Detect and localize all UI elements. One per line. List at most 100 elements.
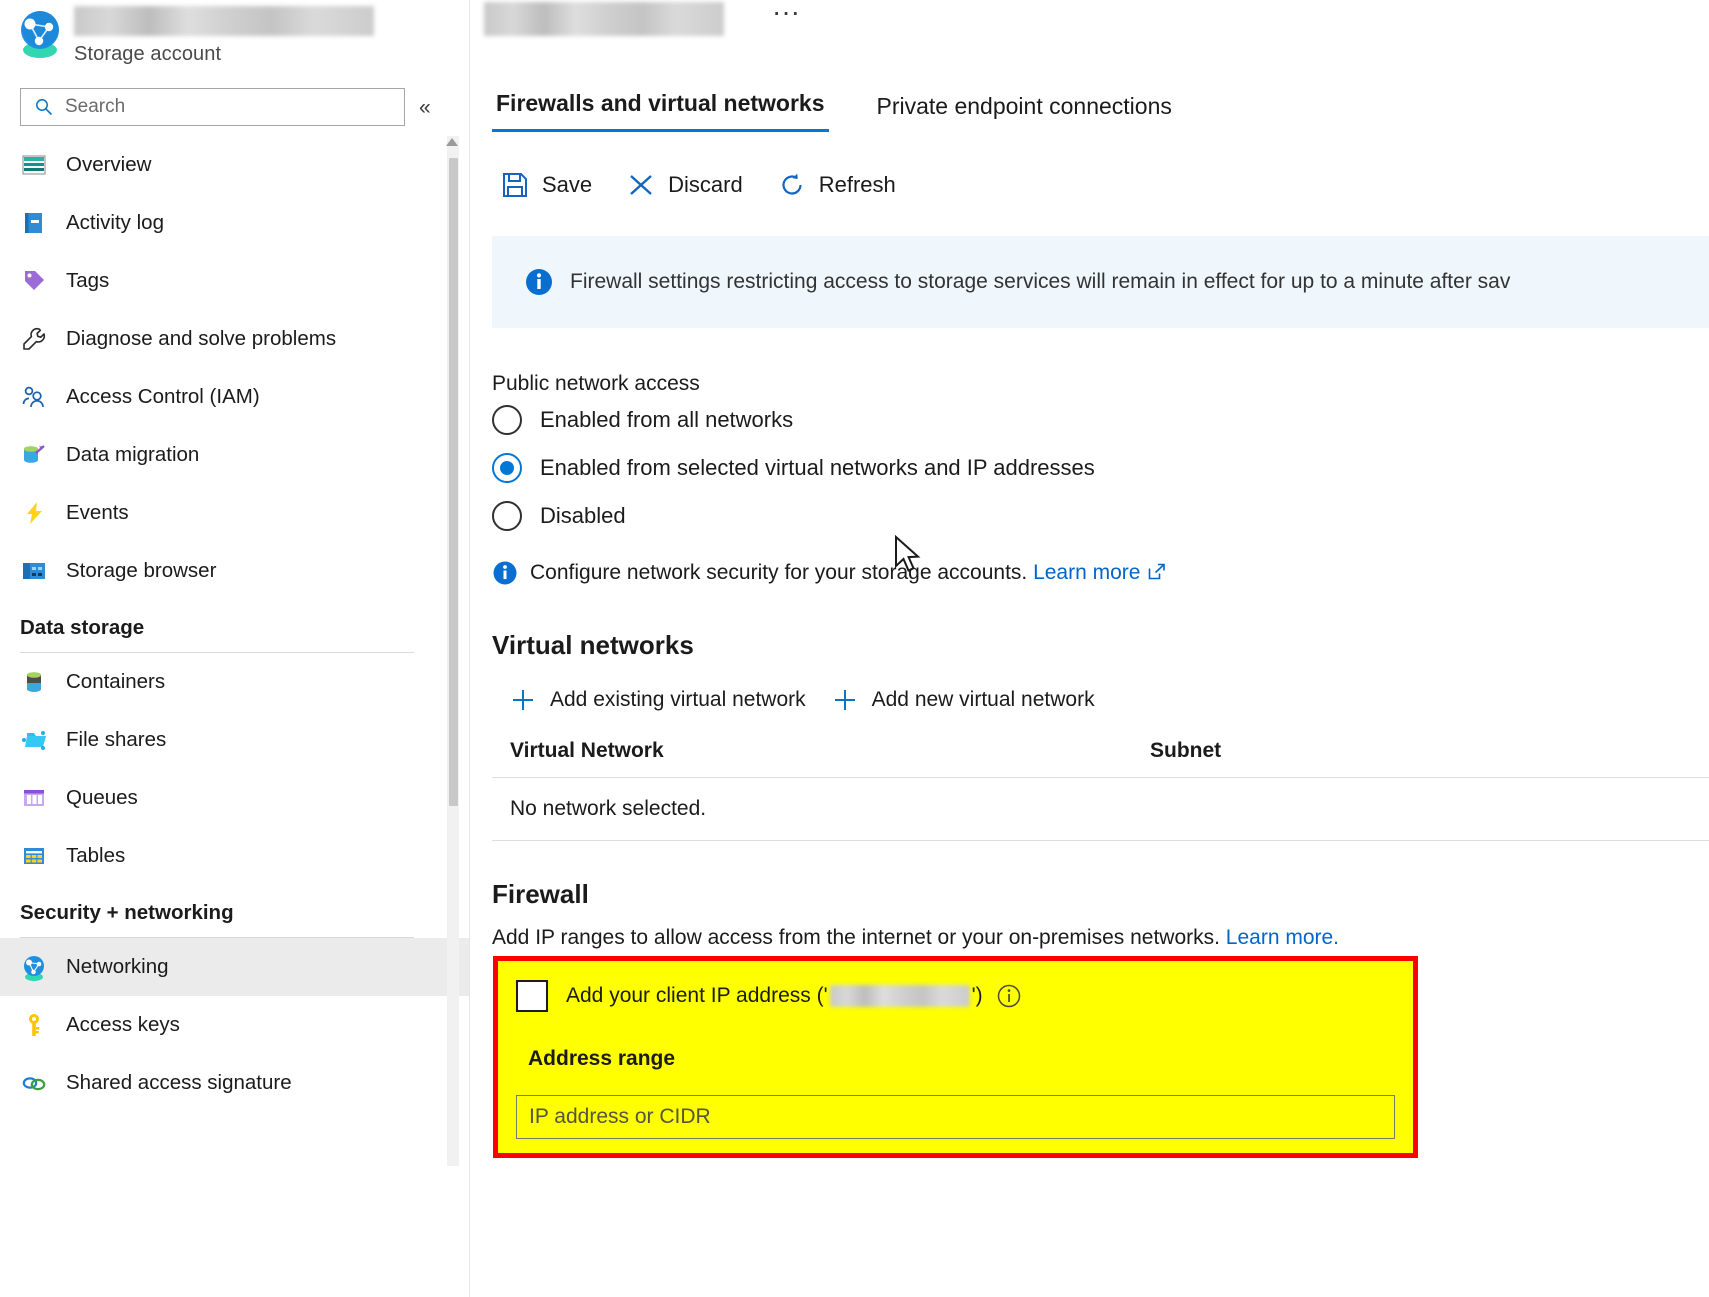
sidebar-item-file-shares[interactable]: File shares — [0, 711, 469, 769]
collapse-sidebar-icon[interactable]: « — [419, 97, 431, 118]
discard-button[interactable]: Discard — [626, 170, 743, 200]
firewall-description: Add IP ranges to allow access from the i… — [492, 926, 1709, 950]
sidebar-item-events[interactable]: Events — [0, 484, 469, 542]
info-banner-text: Firewall settings restricting access to … — [570, 270, 1510, 294]
radio-enabled-selected-networks[interactable]: Enabled from selected virtual networks a… — [492, 444, 1709, 492]
sidebar-item-data-migration[interactable]: Data migration — [0, 426, 469, 484]
plus-icon — [832, 687, 858, 713]
hint-static-text: Configure network security for your stor… — [530, 561, 1027, 584]
table-row: No network selected. — [492, 778, 1709, 840]
file-shares-icon — [20, 726, 48, 754]
add-new-virtual-network-button[interactable]: Add new virtual network — [832, 687, 1095, 713]
cidr-input[interactable] — [516, 1095, 1395, 1139]
radio-disabled[interactable]: Disabled — [492, 492, 1709, 540]
sidebar-scroll-area: Overview Activity log Tags — [0, 136, 469, 1296]
add-client-ip-row[interactable]: Add your client IP address (' ') — [498, 973, 1413, 1019]
resource-type-label: Storage account — [74, 43, 374, 66]
info-banner: Firewall settings restricting access to … — [492, 236, 1709, 328]
virtual-networks-commands: Add existing virtual network Add new vir… — [492, 687, 1709, 713]
sidebar-item-access-control-iam[interactable]: Access Control (IAM) — [0, 368, 469, 426]
search-icon — [35, 98, 53, 116]
sidebar-item-shared-access-signature[interactable]: Shared access signature — [0, 1054, 469, 1112]
firewall-learn-more-link[interactable]: Learn more. — [1226, 926, 1339, 949]
sidebar-item-queues[interactable]: Queues — [0, 769, 469, 827]
sidebar-item-label: Events — [66, 501, 129, 525]
sidebar-item-tables[interactable]: Tables — [0, 827, 469, 885]
firewall-heading: Firewall — [492, 879, 1709, 910]
search-box[interactable] — [20, 88, 405, 126]
refresh-button[interactable]: Refresh — [777, 170, 896, 200]
table-header-row: Virtual Network Subnet — [492, 739, 1709, 777]
link-icon — [20, 1069, 48, 1097]
radio-indicator[interactable] — [492, 501, 522, 531]
sidebar-item-label: Tags — [66, 269, 109, 293]
address-range-label: Address range — [498, 1047, 1413, 1071]
tab-bar: Firewalls and virtual networks Private e… — [470, 84, 1709, 132]
radio-label: Enabled from selected virtual networks a… — [540, 455, 1095, 481]
virtual-networks-table: Virtual Network Subnet No network select… — [492, 739, 1709, 841]
plus-icon — [510, 687, 536, 713]
add-client-ip-label: Add your client IP address (' ') — [566, 984, 1021, 1008]
tags-icon — [20, 267, 48, 295]
divider — [492, 840, 1709, 841]
client-ip-redacted — [830, 985, 970, 1007]
refresh-label: Refresh — [819, 172, 896, 198]
sidebar-item-tags[interactable]: Tags — [0, 252, 469, 310]
sidebar-item-label: Activity log — [66, 211, 164, 235]
radio-indicator[interactable] — [492, 405, 522, 435]
client-ip-prefix: Add your client IP address (' — [566, 984, 828, 1008]
column-header-virtual-network: Virtual Network — [510, 739, 1150, 763]
save-button[interactable]: Save — [500, 170, 592, 200]
radio-label: Enabled from all networks — [540, 407, 793, 433]
sidebar-item-containers[interactable]: Containers — [0, 653, 469, 711]
sidebar-item-label: Data migration — [66, 443, 199, 467]
sidebar-header: Storage account — [0, 0, 469, 84]
sidebar-item-access-keys[interactable]: Access keys — [0, 996, 469, 1054]
sidebar-item-label: Diagnose and solve problems — [66, 327, 336, 351]
search-input[interactable] — [63, 95, 363, 119]
info-circle-icon[interactable] — [997, 984, 1021, 1008]
radio-indicator[interactable] — [492, 453, 522, 483]
sidebar-item-storage-browser[interactable]: Storage browser — [0, 542, 469, 600]
containers-icon — [20, 668, 48, 696]
sidebar-item-activity-log[interactable]: Activity log — [0, 194, 469, 252]
sidebar-item-networking[interactable]: Networking — [0, 938, 469, 996]
wrench-icon — [20, 325, 48, 353]
tab-private-endpoint-connections[interactable]: Private endpoint connections — [873, 93, 1176, 132]
virtual-networks-heading: Virtual networks — [492, 630, 1709, 661]
sidebar-item-label: Networking — [66, 955, 169, 979]
sidebar-group-title: Data storage — [20, 616, 469, 652]
add-existing-virtual-network-button[interactable]: Add existing virtual network — [510, 687, 806, 713]
storage-browser-icon — [20, 557, 48, 585]
sidebar-title-block: Storage account — [74, 4, 374, 66]
tab-firewalls-and-virtual-networks[interactable]: Firewalls and virtual networks — [492, 90, 829, 132]
learn-more-link[interactable]: Learn more — [1033, 561, 1140, 584]
save-icon — [500, 170, 530, 200]
storage-account-icon — [14, 6, 66, 58]
blade-header: ··· — [470, 0, 1709, 60]
resource-name-redacted — [74, 6, 374, 36]
public-network-access-section: Public network access Enabled from all n… — [470, 372, 1709, 1158]
sidebar-search-row: « — [0, 88, 469, 126]
scroll-up-arrow-icon[interactable] — [446, 138, 458, 146]
command-toolbar: Save Discard Refresh — [470, 162, 1709, 208]
more-actions-icon[interactable]: ··· — [772, 2, 800, 22]
client-ip-suffix: ') — [972, 984, 983, 1008]
add-new-virtual-network-label: Add new virtual network — [872, 688, 1095, 712]
add-client-ip-checkbox[interactable] — [516, 980, 548, 1012]
radio-enabled-all-networks[interactable]: Enabled from all networks — [492, 396, 1709, 444]
firewall-description-text: Add IP ranges to allow access from the i… — [492, 926, 1220, 949]
address-range-input-wrap — [498, 1095, 1413, 1139]
sidebar-item-diagnose-and-solve-problems[interactable]: Diagnose and solve problems — [0, 310, 469, 368]
queues-icon — [20, 784, 48, 812]
close-icon — [626, 170, 656, 200]
lightning-icon — [20, 499, 48, 527]
column-header-subnet: Subnet — [1150, 739, 1450, 763]
sidebar-scrollbar-thumb[interactable] — [449, 158, 458, 806]
sidebar-item-label: File shares — [66, 728, 166, 752]
tables-icon — [20, 842, 48, 870]
sidebar-item-overview[interactable]: Overview — [0, 136, 469, 194]
network-security-hint-text: Configure network security for your stor… — [530, 561, 1166, 585]
key-icon — [20, 1011, 48, 1039]
resource-sidebar: Storage account « — [0, 0, 470, 1297]
